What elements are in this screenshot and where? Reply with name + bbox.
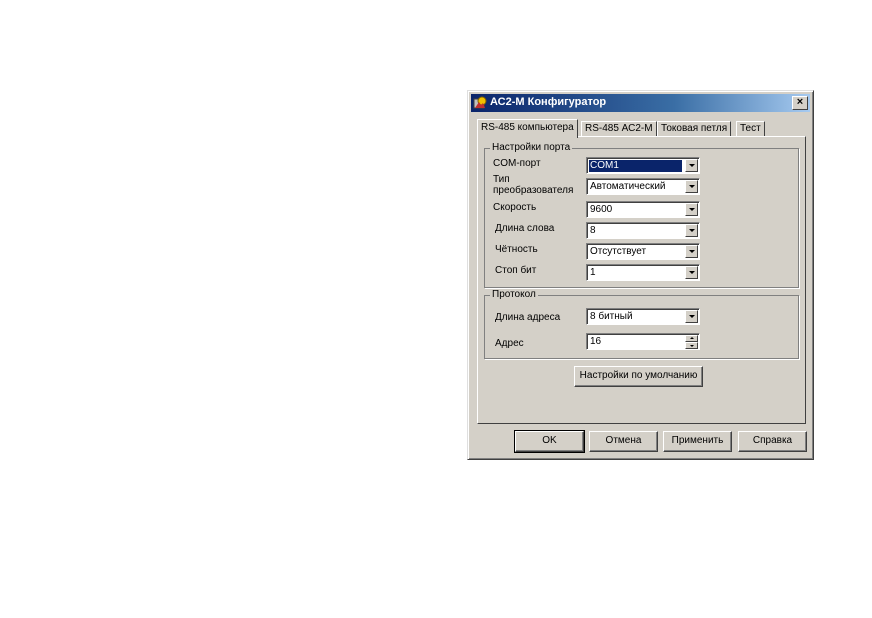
converter-type-select[interactable]: Автоматический: [586, 178, 700, 195]
ok-button[interactable]: OK: [514, 430, 585, 453]
tab-panel: Настройки порта COM-порт COM1 Тип преобр…: [477, 136, 806, 424]
spin-down-icon[interactable]: [685, 342, 698, 349]
address-spinbox[interactable]: 16: [586, 333, 700, 350]
com-port-select[interactable]: COM1: [586, 157, 700, 174]
stop-bits-value: 1: [590, 267, 596, 278]
address-length-value: 8 битный: [590, 311, 633, 322]
protocol-group: Протокол Длина адреса 8 битный Адрес 16: [484, 289, 799, 359]
word-length-value: 8: [590, 225, 596, 236]
parity-select[interactable]: Отсутствует: [586, 243, 700, 260]
speed-select[interactable]: 9600: [586, 201, 700, 218]
parity-value: Отсутствует: [590, 246, 647, 257]
address-label: Адрес: [495, 338, 524, 349]
help-button[interactable]: Справка: [738, 431, 807, 452]
address-value: 16: [590, 336, 602, 347]
spin-up-icon[interactable]: [685, 335, 698, 342]
tab-rs485-computer[interactable]: RS-485 компьютера: [477, 119, 578, 138]
tab-rs485-ac2m[interactable]: RS-485 АС2-М: [581, 121, 657, 137]
close-button[interactable]: ×: [792, 96, 808, 110]
speed-value: 9600: [590, 204, 613, 215]
stop-bits-label: Стоп бит: [495, 265, 537, 276]
tab-current-loop[interactable]: Токовая петля: [657, 121, 732, 137]
protocol-title: Протокол: [490, 289, 538, 300]
converter-type-value: Автоматический: [590, 181, 666, 192]
configurator-dialog: АС2-М Конфигуратор × RS-485 компьютера R…: [467, 90, 814, 460]
word-length-label: Длина слова: [495, 223, 555, 234]
chevron-down-icon[interactable]: [685, 310, 698, 323]
converter-type-label-line2: преобразователя: [493, 185, 574, 196]
address-length-select[interactable]: 8 битный: [586, 308, 700, 325]
com-port-label: COM-порт: [493, 158, 541, 169]
word-length-select[interactable]: 8: [586, 222, 700, 239]
window-title: АС2-М Конфигуратор: [490, 96, 607, 108]
close-icon: ×: [796, 96, 804, 108]
chevron-down-icon[interactable]: [685, 245, 698, 258]
title-bar[interactable]: АС2-М Конфигуратор ×: [471, 94, 810, 112]
stop-bits-select[interactable]: 1: [586, 264, 700, 281]
speed-label: Скорость: [493, 202, 537, 213]
defaults-button[interactable]: Настройки по умолчанию: [574, 366, 703, 387]
cancel-button[interactable]: Отмена: [589, 431, 658, 452]
port-settings-title: Настройки порта: [490, 142, 573, 153]
chevron-down-icon[interactable]: [685, 159, 698, 172]
parity-label: Чётность: [495, 244, 538, 255]
chevron-down-icon[interactable]: [685, 266, 698, 279]
chevron-down-icon[interactable]: [685, 203, 698, 216]
app-settings-icon: [473, 96, 487, 109]
chevron-down-icon[interactable]: [685, 224, 698, 237]
apply-button[interactable]: Применить: [663, 431, 732, 452]
chevron-down-icon[interactable]: [685, 180, 698, 193]
tab-test[interactable]: Тест: [736, 121, 765, 137]
com-port-value: COM1: [589, 160, 682, 172]
address-length-label: Длина адреса: [495, 312, 561, 323]
converter-type-label-line1: Тип: [493, 174, 510, 185]
port-settings-group: Настройки порта COM-порт COM1 Тип преобр…: [484, 142, 799, 288]
